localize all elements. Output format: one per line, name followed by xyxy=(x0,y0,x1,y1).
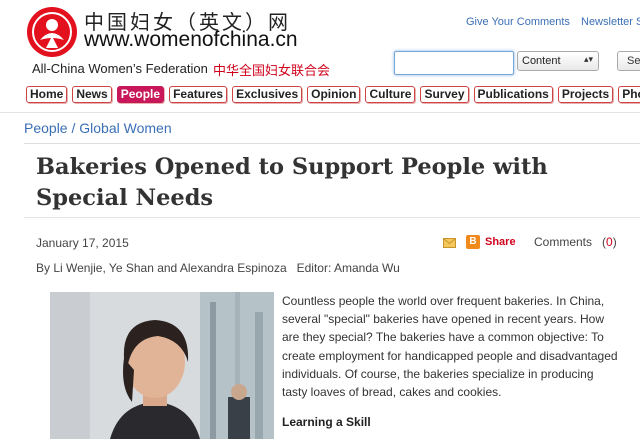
share-icon[interactable]: B xyxy=(466,235,480,249)
nav-survey[interactable]: Survey xyxy=(420,86,469,103)
newsletter-link[interactable]: Newsletter S xyxy=(581,16,640,28)
nav-features[interactable]: Features xyxy=(169,86,228,103)
nav-culture[interactable]: Culture xyxy=(365,86,416,103)
comments-close-paren: ) xyxy=(612,235,617,249)
comments-count[interactable]: (0) xyxy=(602,235,617,249)
content-select-value: Content xyxy=(522,55,561,67)
article-photo xyxy=(50,292,274,439)
acwf-logo-icon[interactable] xyxy=(26,6,78,58)
search-button[interactable]: Se xyxy=(617,51,640,71)
search-input[interactable] xyxy=(394,51,514,75)
nav-exclusives[interactable]: Exclusives xyxy=(232,86,303,103)
article-subhead: Learning a Skill xyxy=(282,415,371,429)
article-date: January 17, 2015 xyxy=(36,236,129,250)
nav-projects[interactable]: Projects xyxy=(557,86,614,103)
give-comments-link[interactable]: Give Your Comments xyxy=(466,16,570,28)
nav-divider xyxy=(0,112,640,113)
comments-number: 0 xyxy=(606,235,613,249)
nav-news[interactable]: News xyxy=(72,86,112,103)
article-body: Countless people the world over frequent… xyxy=(282,294,618,400)
breadcrumb-divider xyxy=(24,143,640,144)
nav-opinion[interactable]: Opinion xyxy=(307,86,361,103)
nav-people[interactable]: People xyxy=(116,86,165,103)
share-button[interactable]: Share xyxy=(485,236,516,248)
main-nav: Home News People Features Exclusives Opinion C… xyxy=(26,86,640,103)
title-divider xyxy=(24,217,640,218)
federation-name-en: All-China Women’s Federation xyxy=(32,61,208,76)
content-select[interactable]: Content ▴▾ xyxy=(517,51,599,71)
comments-link[interactable]: Comments xyxy=(534,235,592,249)
article-title: Bakeries Opened to Support People with S… xyxy=(36,154,548,211)
nav-photos[interactable]: Pho xyxy=(618,86,640,103)
nav-home[interactable]: Home xyxy=(26,86,68,103)
article-byline: By Li Wenjie, Ye Shan and Alexandra Espi… xyxy=(36,261,400,275)
mail-icon[interactable] xyxy=(443,238,456,248)
site-url[interactable]: www.womenofchina.cn xyxy=(84,28,298,52)
nav-publications[interactable]: Publications xyxy=(473,86,553,103)
breadcrumb[interactable]: People / Global Women xyxy=(24,120,172,136)
updown-arrow-icon: ▴▾ xyxy=(583,54,593,64)
federation-name-cn: 中华全国妇女联合会 xyxy=(213,64,331,79)
